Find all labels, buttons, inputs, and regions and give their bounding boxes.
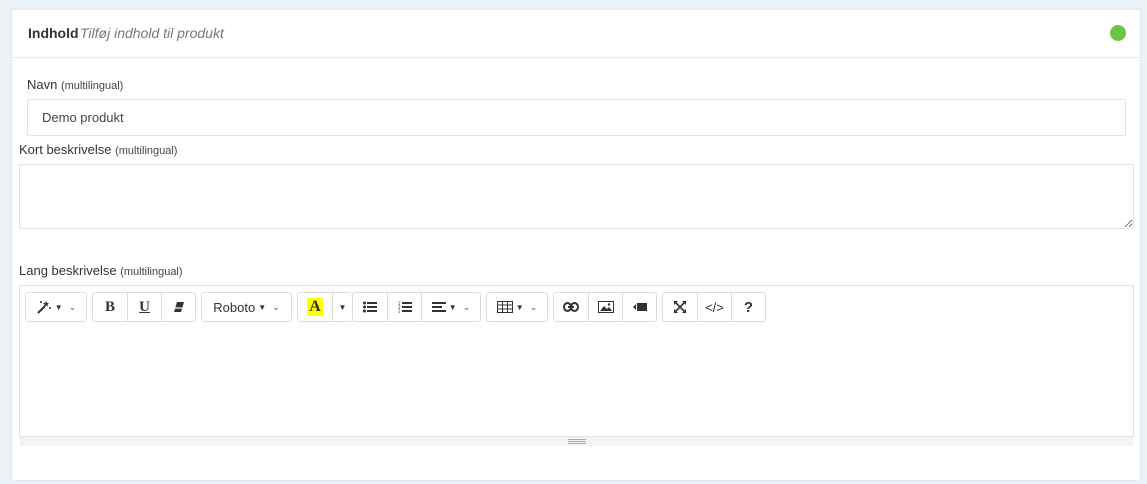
name-label-text: Navn [27,77,58,92]
svg-text:3: 3 [398,309,401,314]
long-description-label-note: (multilingual) [120,266,183,278]
insert-group [553,292,657,322]
card-subtitle: Tilføj indhold til produkt [80,25,224,41]
video-icon [632,303,647,311]
caret-icon: ▼ [258,302,267,312]
underline-button[interactable]: U [127,292,162,322]
card-header: Indhold Tilføj indhold til produkt [12,10,1140,58]
fullscreen-icon [674,301,686,313]
image-icon [597,301,614,313]
card-title: Indhold [28,25,79,41]
paragraph-group: 1 2 3 ▼ ⌄ [352,292,481,322]
editor-toolbar: ▼ ⌄ B U Roboto ▼ ⌄ A ▼ 1 2 3 ▼ ⌄ ▼ ⌄ </>… [25,292,771,322]
code-view-icon: </> [705,299,724,315]
align-dropdown-button[interactable]: ▼ ⌄ [421,292,481,322]
name-input[interactable] [27,99,1126,136]
underline-icon: U [139,298,150,315]
font-family-group: Roboto ▼ ⌄ [201,292,292,322]
font-style-group: B U [92,292,196,322]
link-button[interactable] [553,292,589,322]
help-button[interactable]: ? [731,292,766,322]
chevron-down-icon: ⌄ [68,301,77,312]
style-dropdown-button[interactable]: ▼ ⌄ [25,292,87,322]
ordered-list-button[interactable]: 1 2 3 [387,292,422,322]
clear-format-button[interactable] [161,292,196,322]
short-description-label: Kort beskrivelse (multilingual) [19,142,177,157]
resize-grip-icon [567,439,586,444]
code-view-button[interactable]: </> [697,292,732,322]
color-group: A ▼ [297,292,352,322]
editor-resize-bar[interactable] [20,436,1133,446]
short-description-textarea[interactable] [19,164,1134,229]
rich-text-editor: ▼ ⌄ B U Roboto ▼ ⌄ A ▼ 1 2 3 ▼ ⌄ ▼ ⌄ </>… [19,285,1134,446]
align-icon [431,302,446,312]
bold-icon: B [104,298,115,315]
font-family-label: Roboto [213,299,256,315]
view-group: </> ? [662,292,766,322]
link-icon [563,302,579,312]
table-group: ▼ ⌄ [486,292,548,322]
ordered-list-icon: 1 2 3 [398,301,412,314]
caret-icon: ▼ [448,302,457,312]
caret-icon: ▼ [515,302,524,312]
caret-icon: ▼ [54,302,63,312]
chevron-down-icon: ⌄ [462,301,471,312]
short-description-label-text: Kort beskrivelse [19,142,112,157]
video-button[interactable] [622,292,657,322]
name-label-note: (multilingual) [60,80,124,92]
unordered-list-icon [363,301,377,313]
highlight-color-button[interactable]: A [297,292,333,322]
long-description-label-text: Lang beskrivelse [19,263,117,278]
font-family-dropdown[interactable]: Roboto ▼ ⌄ [201,292,292,322]
style-group: ▼ ⌄ [25,292,87,322]
content-card: Indhold Tilføj indhold til produkt Navn … [11,9,1141,481]
status-dot-icon [1110,25,1126,41]
short-description-label-note: (multilingual) [115,145,178,157]
image-button[interactable] [588,292,623,322]
chevron-down-icon: ⌄ [272,301,280,312]
eraser-icon [173,302,184,312]
long-description-label: Lang beskrivelse (multilingual) [19,263,183,278]
name-label: Navn (multilingual) [27,77,123,92]
unordered-list-button[interactable] [352,292,388,322]
table-dropdown-button[interactable]: ▼ ⌄ [486,292,548,322]
help-icon: ? [743,298,754,316]
table-icon [496,301,513,313]
highlight-icon: A [307,298,323,316]
bold-button[interactable]: B [92,292,128,322]
color-dropdown-button[interactable]: ▼ [332,292,352,322]
chevron-down-icon: ⌄ [529,301,538,312]
magic-wand-icon [37,301,51,314]
caret-icon: ▼ [338,302,347,312]
fullscreen-button[interactable] [662,292,698,322]
long-description-editor-area[interactable] [20,330,1133,426]
